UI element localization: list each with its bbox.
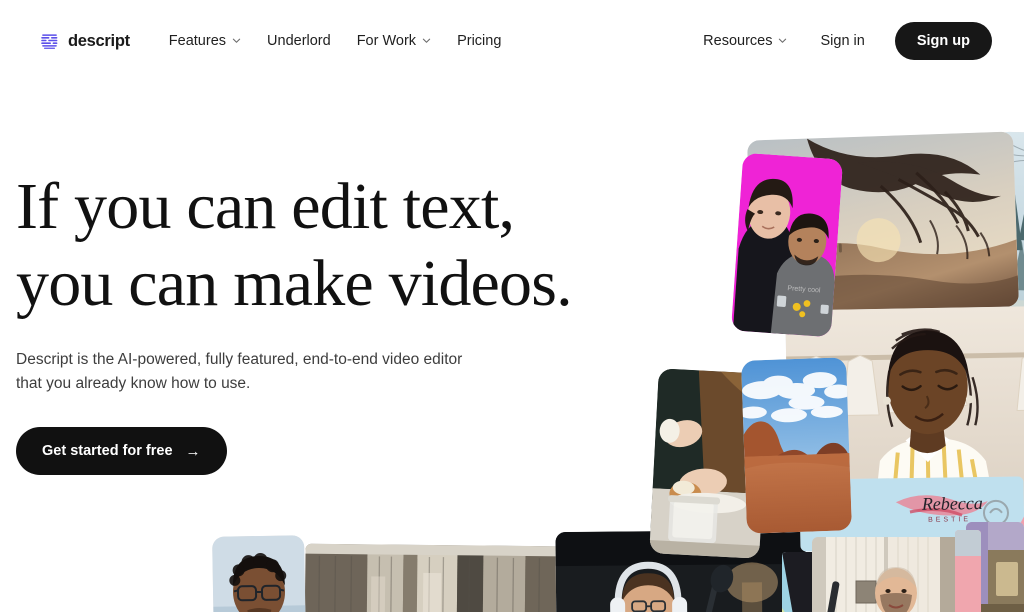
header-left-group: descript Features Underlord For Work Pri… <box>40 27 514 55</box>
nav-item-resources-label: Resources <box>703 33 773 49</box>
desert-canyon-photo[interactable] <box>741 357 852 534</box>
pink-sliver-photo[interactable] <box>955 530 981 612</box>
descript-logo-icon <box>40 31 59 51</box>
sign-in-link[interactable]: Sign in <box>804 27 880 55</box>
nav-item-features[interactable]: Features <box>156 27 254 55</box>
chevron-down-icon <box>778 36 787 45</box>
man-with-glasses-photo[interactable] <box>212 535 306 612</box>
room-with-curtains-photo[interactable] <box>304 543 561 612</box>
svg-text:Rebecca: Rebecca <box>921 493 983 514</box>
sign-up-button[interactable]: Sign up <box>894 22 992 60</box>
nav-item-features-label: Features <box>168 33 227 49</box>
chevron-down-icon <box>232 36 241 45</box>
nav-item-resources[interactable]: Resources <box>690 27 800 55</box>
get-started-label: Get started for free <box>42 443 173 460</box>
nav-item-underlord-label: Underlord <box>267 33 331 49</box>
chevron-down-icon <box>422 36 431 45</box>
svg-text:BESTIE: BESTIE <box>928 516 971 524</box>
two-men-magenta-screen-photo[interactable]: Pretty cool <box>730 152 844 338</box>
nav-item-pricing-label: Pricing <box>457 33 502 49</box>
nav-item-underlord[interactable]: Underlord <box>254 27 344 55</box>
hero-subhead: Descript is the AI-powered, fully featur… <box>16 351 463 393</box>
site-header: descript Features Underlord For Work Pri… <box>0 0 1024 82</box>
get-started-button[interactable]: Get started for free → <box>16 427 227 476</box>
brand-logo[interactable]: descript <box>40 31 130 51</box>
header-right-group: Resources Sign in Sign up <box>690 22 992 60</box>
page-title: If you can edit text, you can make video… <box>16 170 573 321</box>
hero-section: If you can edit text, you can make video… <box>16 168 676 476</box>
nav-item-for-work-label: For Work <box>356 33 417 49</box>
nav-item-pricing[interactable]: Pricing <box>444 27 514 55</box>
nav-item-for-work[interactable]: For Work <box>344 27 444 55</box>
brand-name: descript <box>68 31 130 50</box>
man-on-video-call-photo[interactable] <box>812 537 978 612</box>
arrow-right-icon: → <box>185 442 201 460</box>
